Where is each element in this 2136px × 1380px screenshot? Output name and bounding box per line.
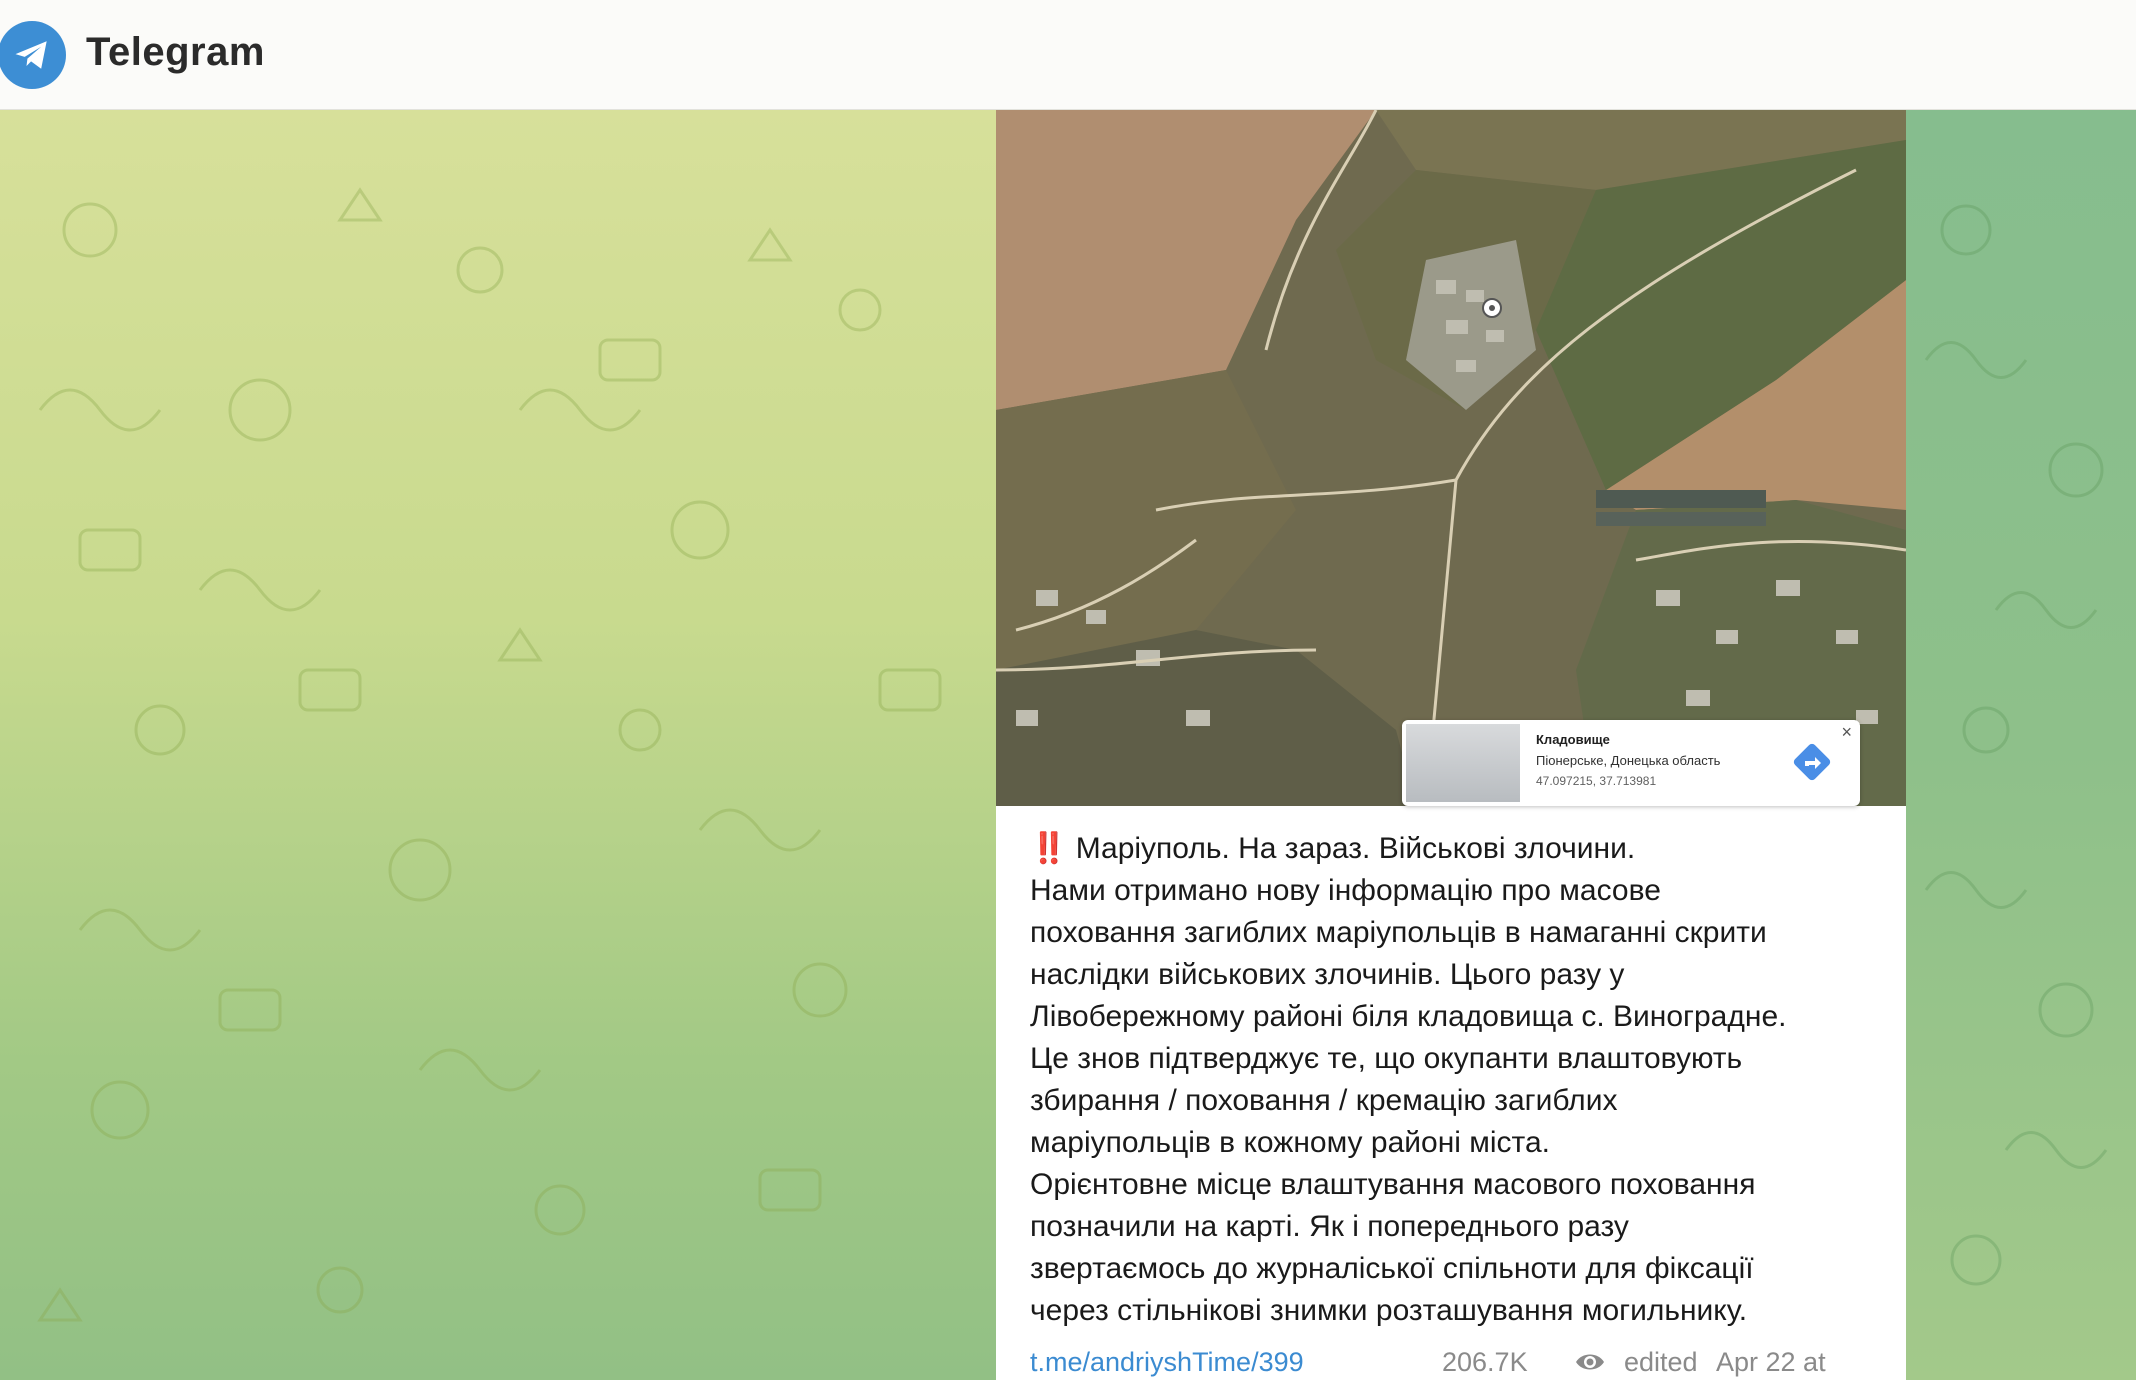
message-line: ‼️ Маріуполь. На зараз. Військові злочин… xyxy=(1030,832,1636,865)
location-thumbnail xyxy=(1406,724,1520,802)
telegram-logo-icon[interactable] xyxy=(0,21,66,89)
directions-icon[interactable] xyxy=(1792,742,1832,782)
view-count: 206.7K xyxy=(1442,1347,1528,1377)
close-icon[interactable]: × xyxy=(1841,722,1852,743)
chat-background-right xyxy=(1906,110,2136,1380)
message-line: наслідки військових злочинів. Цього разу… xyxy=(1030,958,1625,991)
app-title: Telegram xyxy=(86,30,265,74)
location-region: Піонерське, Донецька область xyxy=(1536,753,1721,768)
message-timestamp: Apr 22 at 18:06 xyxy=(1716,1347,1826,1377)
map-location-card[interactable]: Кладовище Піонерське, Донецька область 4… xyxy=(1402,720,1860,806)
chat-background-left xyxy=(0,110,996,1380)
message-line: через стільнікові знимки розташування мо… xyxy=(1030,1294,1748,1327)
message-line: Орієнтовне місце влаштування масового по… xyxy=(1030,1168,1756,1201)
edited-label: edited xyxy=(1624,1347,1698,1377)
location-coordinates: 47.097215, 37.713981 xyxy=(1536,774,1657,788)
message-text: ‼️ Маріуполь. На зараз. Військові злочин… xyxy=(1030,828,1880,1332)
message-line: звертаємось до журналіської спільноти дл… xyxy=(1030,1252,1754,1285)
background-doodle-pattern xyxy=(37,187,942,1322)
post-link[interactable]: t.me/andriyshTime/399 xyxy=(1030,1342,1304,1380)
eye-icon xyxy=(1576,1354,1604,1370)
message-line: позначили на карті. Як і попереднього ра… xyxy=(1030,1210,1629,1243)
background-doodle-pattern-right xyxy=(1924,204,2108,1286)
location-name: Кладовище xyxy=(1536,732,1610,747)
message-line: Нами отримано нову інформацію про масове xyxy=(1030,874,1661,907)
message-line: маріупольців в кожному районі міста. xyxy=(1030,1126,1550,1159)
message-line: Лівобережному районі біля кладовища с. В… xyxy=(1030,1000,1787,1033)
message-line: поховання загиблих маріупольців в намага… xyxy=(1030,916,1767,949)
channel-message: Кладовище Піонерське, Донецька область 4… xyxy=(996,110,1906,1380)
message-line: Це знов підтверджує те, що окупанти влаш… xyxy=(1030,1042,1743,1075)
app-header: Telegram xyxy=(0,0,2136,110)
map-pin-icon[interactable] xyxy=(1482,298,1502,318)
message-line: збирання / поховання / кремацію загиблих xyxy=(1030,1084,1618,1117)
message-footer: t.me/andriyshTime/399 206.7K edited Apr … xyxy=(1030,1342,1880,1380)
satellite-map-image[interactable] xyxy=(996,110,1906,806)
